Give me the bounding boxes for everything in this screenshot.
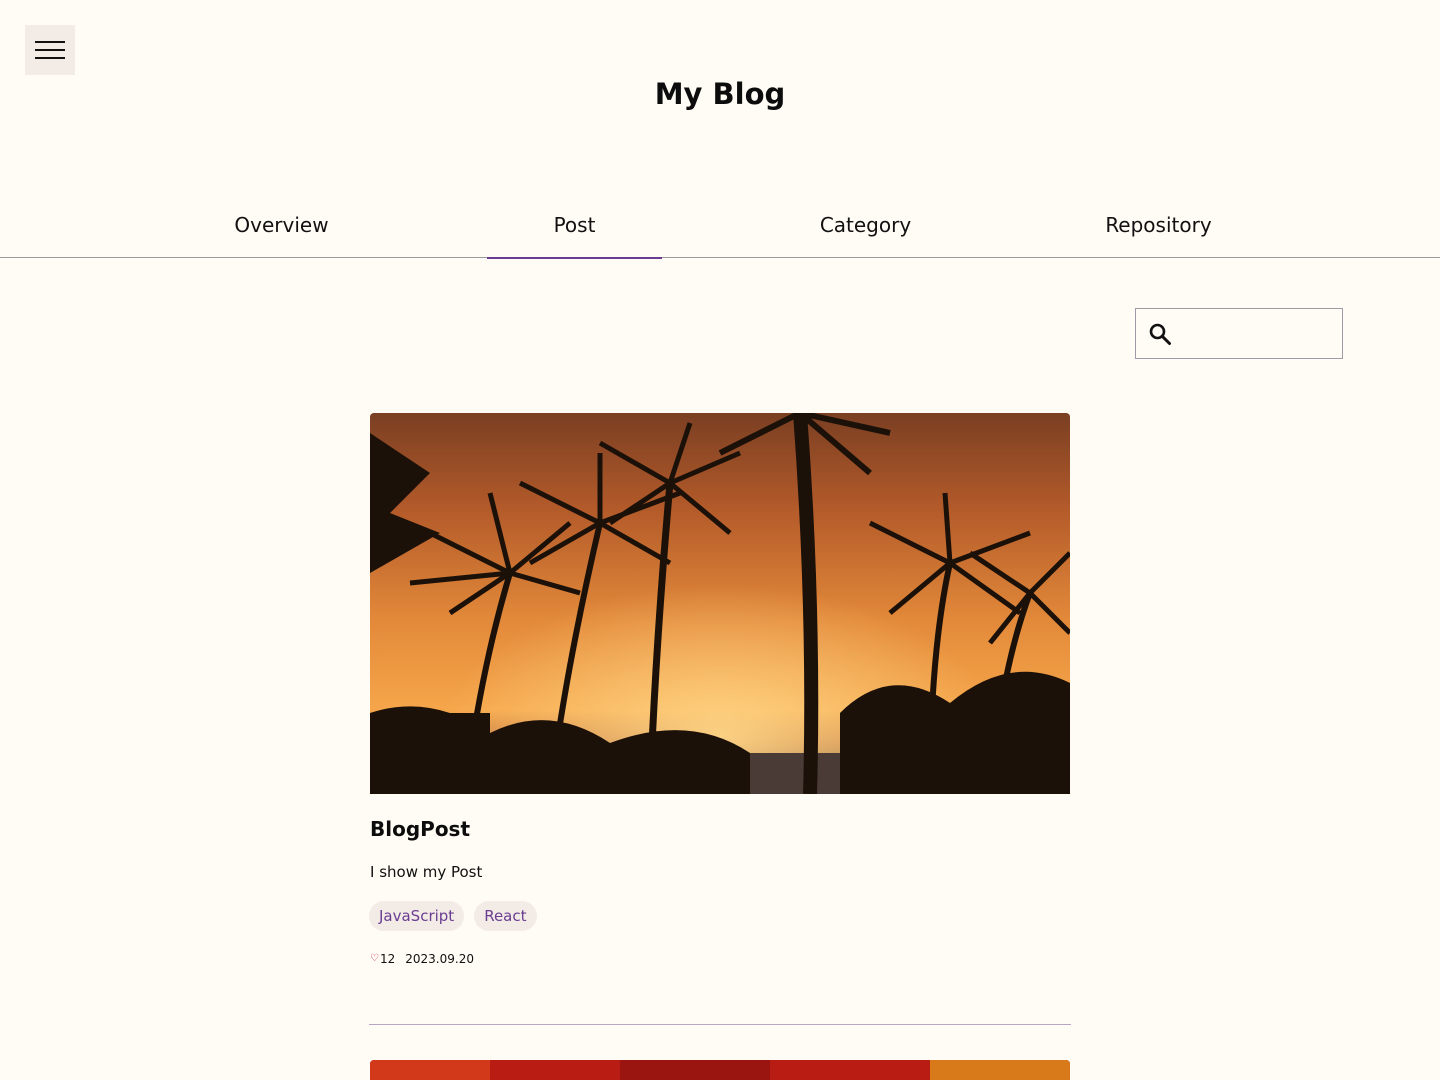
search-box bbox=[1135, 308, 1343, 359]
tag-javascript[interactable]: JavaScript bbox=[369, 901, 465, 931]
tab-category[interactable]: Category bbox=[778, 196, 953, 257]
next-post-thumbnail[interactable] bbox=[370, 1060, 1070, 1080]
menu-button[interactable] bbox=[25, 25, 75, 75]
heart-icon: ♡ bbox=[370, 953, 379, 964]
tag-react[interactable]: React bbox=[474, 901, 537, 931]
tab-repository[interactable]: Repository bbox=[1071, 196, 1246, 257]
search-icon[interactable] bbox=[1148, 322, 1172, 346]
autumn-leaves-image bbox=[370, 1060, 1070, 1080]
post-divider bbox=[369, 1024, 1071, 1025]
post-title[interactable]: BlogPost bbox=[370, 815, 470, 843]
tab-post[interactable]: Post bbox=[487, 196, 662, 259]
hamburger-menu-icon bbox=[35, 41, 65, 59]
like-count: 12 bbox=[379, 952, 396, 966]
post-date: 2023.09.20 bbox=[405, 952, 474, 966]
post-description: I show my Post bbox=[370, 863, 483, 881]
palm-sunset-image bbox=[370, 413, 1070, 794]
post-tags: JavaScript React bbox=[369, 901, 537, 931]
post-thumbnail[interactable] bbox=[370, 413, 1070, 794]
post-meta: ♡ 12 2023.09.20 bbox=[370, 951, 474, 967]
tab-bar: Overview Post Category Repository bbox=[0, 196, 1440, 259]
post-card[interactable]: BlogPost I show my Post JavaScript React… bbox=[369, 413, 1070, 966]
site-title: My Blog bbox=[654, 77, 786, 111]
search-input[interactable] bbox=[1180, 309, 1336, 358]
tab-overview[interactable]: Overview bbox=[194, 196, 369, 257]
